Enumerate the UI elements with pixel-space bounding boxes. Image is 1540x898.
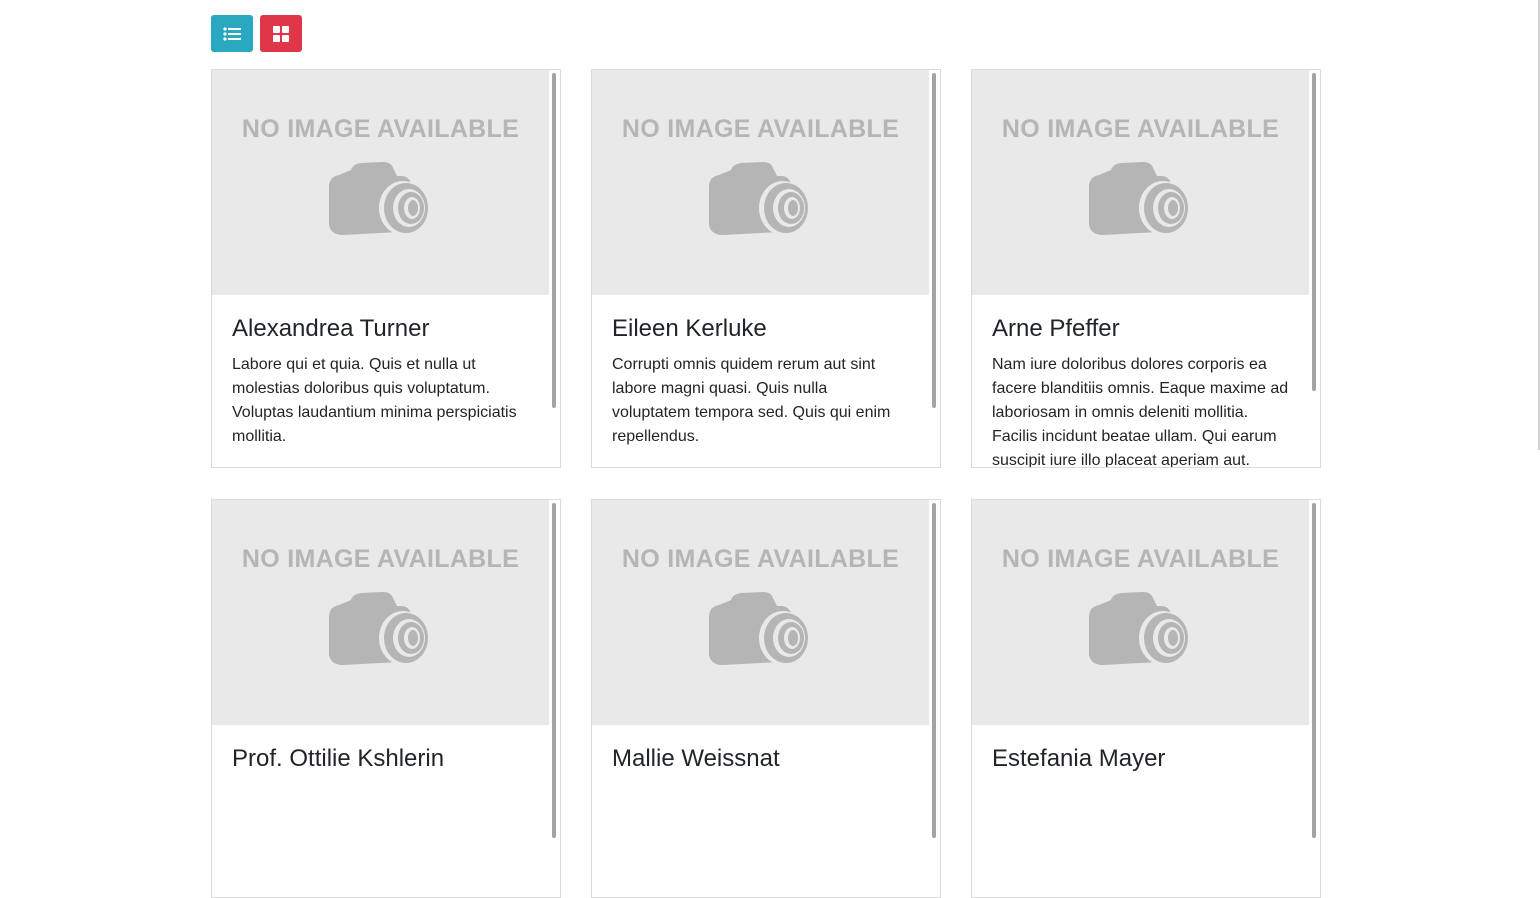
user-card[interactable]: NO IMAGE AVAILABLE Mallie Weissnat xyxy=(591,499,941,898)
camera-icon xyxy=(709,592,808,665)
user-card[interactable]: NO IMAGE AVAILABLE Estefania Mayer xyxy=(971,499,1321,898)
card-content: NO IMAGE AVAILABLE Alexandrea Turner Lab… xyxy=(212,70,549,467)
card-content: NO IMAGE AVAILABLE Mallie Weissnat xyxy=(592,500,929,897)
camera-icon xyxy=(1089,592,1188,665)
no-image-text: NO IMAGE AVAILABLE xyxy=(241,545,520,573)
card-title: Alexandrea Turner xyxy=(232,315,430,342)
card-image-placeholder: NO IMAGE AVAILABLE xyxy=(972,70,1309,295)
camera-icon xyxy=(1089,162,1188,235)
view-toolbar xyxy=(211,15,302,52)
card-scrollbar[interactable] xyxy=(932,73,936,408)
card-body: Alexandrea Turner Labore qui et quia. Qu… xyxy=(212,295,549,449)
grid-view-button[interactable] xyxy=(260,15,302,52)
user-card[interactable]: NO IMAGE AVAILABLE Alexandrea Turner Lab… xyxy=(211,69,561,468)
card-description: Corrupti omnis quidem rerum aut sint lab… xyxy=(612,356,891,445)
card-title: Arne Pfeffer xyxy=(992,315,1120,342)
camera-icon xyxy=(329,162,428,235)
card-body: Prof. Ottilie Kshlerin xyxy=(212,725,549,773)
card-content: NO IMAGE AVAILABLE Arne Pfeffer Nam iure… xyxy=(972,70,1309,467)
camera-icon xyxy=(709,162,808,235)
card-content: NO IMAGE AVAILABLE Eileen Kerluke Corrup… xyxy=(592,70,929,467)
card-scrollbar[interactable] xyxy=(1312,503,1316,838)
grid-icon xyxy=(273,25,289,42)
no-image-text: NO IMAGE AVAILABLE xyxy=(621,545,900,573)
user-card[interactable]: NO IMAGE AVAILABLE Arne Pfeffer Nam iure… xyxy=(971,69,1321,468)
card-content: NO IMAGE AVAILABLE Estefania Mayer xyxy=(972,500,1309,897)
user-card[interactable]: NO IMAGE AVAILABLE Prof. Ottilie Kshleri… xyxy=(211,499,561,898)
card-title: Eileen Kerluke xyxy=(612,315,767,342)
card-scrollbar[interactable] xyxy=(552,73,556,408)
card-content: NO IMAGE AVAILABLE Prof. Ottilie Kshleri… xyxy=(212,500,549,897)
card-image-placeholder: NO IMAGE AVAILABLE xyxy=(972,500,1309,725)
card-body: Arne Pfeffer Nam iure doloribus dolores … xyxy=(972,295,1309,467)
card-image-placeholder: NO IMAGE AVAILABLE xyxy=(212,500,549,725)
card-image-placeholder: NO IMAGE AVAILABLE xyxy=(592,500,929,725)
card-title: Mallie Weissnat xyxy=(612,745,780,772)
card-description: Nam iure doloribus dolores corporis ea f… xyxy=(992,356,1289,467)
card-scrollbar[interactable] xyxy=(932,503,936,838)
card-body: Eileen Kerluke Corrupti omnis quidem rer… xyxy=(592,295,929,449)
camera-icon xyxy=(329,592,428,665)
card-body: Mallie Weissnat xyxy=(592,725,929,773)
card-scrollbar[interactable] xyxy=(1312,73,1316,391)
user-card[interactable]: NO IMAGE AVAILABLE Eileen Kerluke Corrup… xyxy=(591,69,941,468)
no-image-text: NO IMAGE AVAILABLE xyxy=(1001,545,1280,573)
card-image-placeholder: NO IMAGE AVAILABLE xyxy=(212,70,549,295)
no-image-text: NO IMAGE AVAILABLE xyxy=(241,115,520,143)
no-image-text: NO IMAGE AVAILABLE xyxy=(621,115,900,143)
no-image-text: NO IMAGE AVAILABLE xyxy=(1001,115,1280,143)
card-description: Labore qui et quia. Quis et nulla ut mol… xyxy=(232,356,517,445)
card-image-placeholder: NO IMAGE AVAILABLE xyxy=(592,70,929,295)
card-body: Estefania Mayer xyxy=(972,725,1309,773)
card-title: Prof. Ottilie Kshlerin xyxy=(232,745,445,772)
card-title: Estefania Mayer xyxy=(992,745,1166,772)
list-view-button[interactable] xyxy=(211,15,253,52)
list-icon xyxy=(223,26,241,41)
card-scrollbar[interactable] xyxy=(552,503,556,838)
